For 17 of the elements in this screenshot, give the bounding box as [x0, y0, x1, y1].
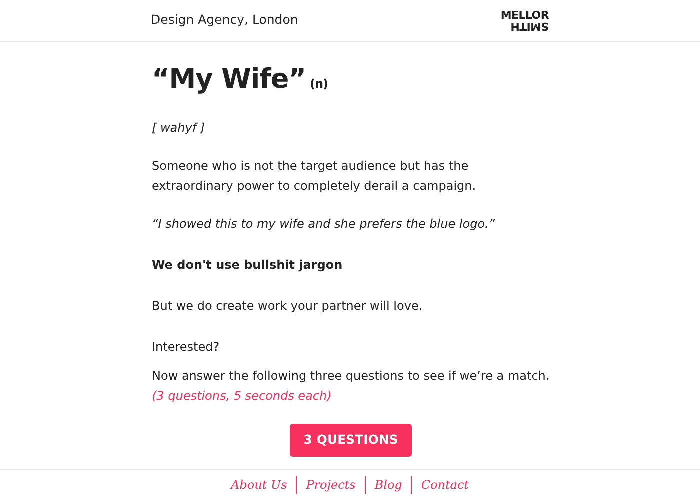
pronunciation: [ wahyf ] — [152, 120, 206, 138]
note: (3 questions, 5 seconds each) — [152, 388, 333, 406]
footer-link[interactable]: Projects — [296, 476, 365, 494]
footer-link[interactable]: Contact — [411, 476, 478, 494]
questions-button[interactable]: 3 QUESTIONS — [290, 424, 412, 458]
footer-link[interactable]: Blog — [364, 476, 412, 494]
example-quote: “I showed this to my wife and she prefers the blue logo.” — [152, 216, 496, 234]
part-of-speech: (n) — [310, 77, 328, 91]
paragraph: Now answer the following three questions to see if we’re a match. — [152, 368, 550, 386]
tagline: Design Agency, London — [151, 11, 298, 30]
paragraph: Interested? — [152, 339, 221, 356]
paragraph: But we do create work your partner will love. — [152, 298, 424, 316]
logo[interactable]: MELLOR SMITH — [500, 10, 549, 30]
definition: Someone who is not the target audience but has the extraordinary power to completely derail a campaign. — [152, 158, 478, 196]
footer-link[interactable]: About Us — [222, 476, 296, 494]
headword: “My Wife” — [152, 64, 306, 95]
subheading: We don't use bullshit jargon — [152, 257, 344, 274]
